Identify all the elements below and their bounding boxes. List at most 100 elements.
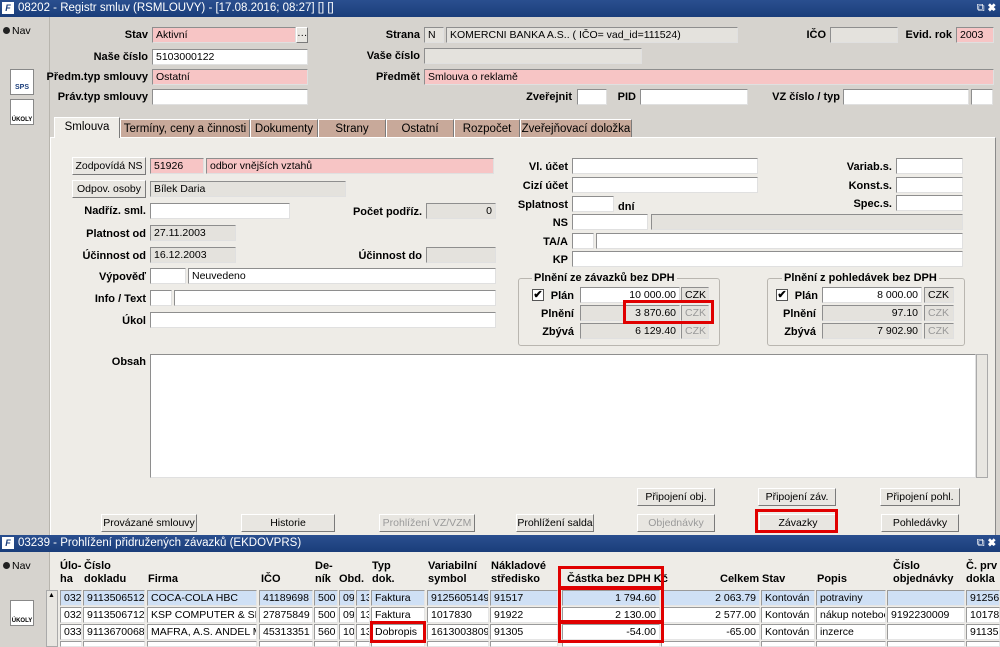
cell-stav[interactable]: Kontován <box>761 607 815 623</box>
vz-cislo-field[interactable] <box>843 89 969 105</box>
cell-ico[interactable]: 41189698 <box>259 590 313 606</box>
ns-field[interactable] <box>572 214 648 230</box>
pripojeni-obj-button[interactable]: Připojení obj. <box>637 488 715 506</box>
empty-cell[interactable] <box>339 641 355 647</box>
vypoved-code-field[interactable] <box>150 268 186 284</box>
zodpovida-code-field[interactable]: 51926 <box>150 158 204 174</box>
objednavky-button[interactable]: Objednávky <box>637 514 715 532</box>
tab-strany[interactable]: Strany <box>318 119 386 138</box>
cell-celkem[interactable]: -65.00 <box>661 624 760 640</box>
cell-denik[interactable]: 500 <box>314 607 338 623</box>
empty-cell[interactable] <box>562 641 660 647</box>
cell-rok[interactable]: 13 <box>356 624 370 640</box>
plneni-zav-plan-checkbox[interactable]: ✔ <box>532 289 544 301</box>
ucinnost-do-field[interactable] <box>426 247 496 263</box>
info-code-field[interactable] <box>150 290 172 306</box>
pripojeni-pohl-button[interactable]: Připojení pohl. <box>880 488 960 506</box>
tab-dokumenty[interactable]: Dokumenty <box>250 119 318 138</box>
obsah-textarea[interactable] <box>150 354 976 478</box>
cell-celkem[interactable]: 2 063.79 <box>661 590 760 606</box>
tab-ostatni[interactable]: Ostatní <box>386 119 454 138</box>
cell-firma[interactable]: KSP COMPUTER & SERVI <box>147 607 257 623</box>
pohledavky-button[interactable]: Pohledávky <box>881 514 959 532</box>
prav-typ-field[interactable] <box>152 89 308 105</box>
cell-obj[interactable]: 9192230009 <box>887 607 965 623</box>
cell-obj[interactable] <box>887 590 965 606</box>
cell-vs[interactable]: 1613003809 <box>427 624 489 640</box>
cell-typ[interactable]: Faktura <box>371 590 425 606</box>
zodpovida-ns-button[interactable]: Zodpovídá NS <box>72 157 146 175</box>
ico-field[interactable] <box>830 27 898 43</box>
cell-obd[interactable]: 09 <box>339 590 355 606</box>
cell-firma[interactable]: MAFRA, A.S. ANDEL MEI <box>147 624 257 640</box>
empty-cell[interactable] <box>966 641 1000 647</box>
vz-typ-field[interactable] <box>971 89 993 105</box>
cell-popis[interactable]: nákup notebook <box>816 607 886 623</box>
cell-cprv[interactable]: 91256 <box>966 590 1000 606</box>
cell-firma[interactable]: COCA-COLA HBC <box>147 590 257 606</box>
tab-terminy[interactable]: Termíny, ceny a činnosti <box>120 119 250 138</box>
cell-ico[interactable]: 27875849 <box>259 607 313 623</box>
empty-cell[interactable] <box>314 641 338 647</box>
cell-ns[interactable]: 91922 <box>490 607 558 623</box>
cell-popis[interactable]: potraviny <box>816 590 886 606</box>
nav-radio-2[interactable]: Nav <box>3 560 31 572</box>
splatnost-field[interactable] <box>572 196 614 212</box>
empty-cell[interactable] <box>60 641 82 647</box>
cell-typ[interactable]: Dobropis <box>371 624 425 640</box>
empty-cell[interactable] <box>887 641 965 647</box>
cell-ns[interactable]: 91517 <box>490 590 558 606</box>
zavazky-button[interactable]: Závazky <box>759 514 837 532</box>
cell-uloha[interactable]: 033 <box>60 624 82 640</box>
scroll-up-icon[interactable]: ▲ <box>48 592 55 599</box>
predmet-field[interactable]: Smlouva o reklamě <box>424 69 994 85</box>
cell-celkem[interactable]: 2 577.00 <box>661 607 760 623</box>
cell-stav[interactable]: Kontován <box>761 624 815 640</box>
empty-cell[interactable] <box>83 641 145 647</box>
ta-field[interactable] <box>596 233 963 249</box>
evid-rok-field[interactable]: 2003 <box>956 27 994 43</box>
vl-ucet-field[interactable] <box>572 158 758 174</box>
cizi-ucet-field[interactable] <box>572 177 758 193</box>
cell-cprv[interactable]: 91135 <box>966 624 1000 640</box>
prohlizeni-salda-button[interactable]: Prohlížení salda <box>516 514 594 532</box>
vase-cislo-field[interactable] <box>424 48 642 64</box>
tab-zverejnovaci[interactable]: Zveřejňovací doložka <box>520 119 632 138</box>
cell-stav[interactable]: Kontován <box>761 590 815 606</box>
empty-cell[interactable] <box>661 641 760 647</box>
empty-cell[interactable] <box>490 641 558 647</box>
sps-icon[interactable]: SPS <box>10 69 34 95</box>
cell-rok[interactable]: 13 <box>356 607 370 623</box>
plneni-pohl-plan-field[interactable]: 8 000.00 <box>822 287 922 303</box>
ta-code-field[interactable] <box>572 233 594 249</box>
strana-field[interactable]: KOMERCNI BANKA A.S.. ( IČO= vad_id=11152… <box>446 27 738 43</box>
odpov-osoby-button[interactable]: Odpov. osoby <box>72 180 146 198</box>
cell-cislo[interactable]: 9113506512 <box>83 590 145 606</box>
historie-button[interactable]: Historie <box>241 514 335 532</box>
empty-cell[interactable] <box>259 641 313 647</box>
platnost-od-field[interactable]: 27.11.2003 <box>150 225 236 241</box>
cell-castka[interactable]: -54.00 <box>562 624 660 640</box>
empty-cell[interactable] <box>761 641 815 647</box>
cell-cprv[interactable]: 10178 <box>966 607 1000 623</box>
variab-field[interactable] <box>896 158 963 174</box>
zverejnit-field[interactable] <box>577 89 607 105</box>
cell-typ[interactable]: Faktura <box>371 607 425 623</box>
plneni-pohl-plan-checkbox[interactable]: ✔ <box>776 289 788 301</box>
tab-rozpocet[interactable]: Rozpočet <box>454 119 520 138</box>
empty-cell[interactable] <box>356 641 370 647</box>
cell-uloha[interactable]: 032 <box>60 590 82 606</box>
cell-denik[interactable]: 560 <box>314 624 338 640</box>
provazane-smlouvy-button[interactable]: Provázané smlouvy <box>101 514 197 532</box>
stav-field[interactable]: Aktivní <box>152 27 296 43</box>
info-text-field[interactable] <box>174 290 496 306</box>
cell-vs[interactable]: 9125605149 <box>427 590 489 606</box>
cell-obd[interactable]: 10 <box>339 624 355 640</box>
zodpovida-name-field[interactable]: odbor vnějších vztahů <box>206 158 494 174</box>
cell-obj[interactable] <box>887 624 965 640</box>
nase-cislo-field[interactable]: 5103000122 <box>152 49 308 65</box>
prohlizeni-vz-button[interactable]: Prohlížení VZ/VZM <box>379 514 475 532</box>
empty-cell[interactable] <box>427 641 489 647</box>
tasks-icon-2[interactable]: ÚKOLY <box>10 600 34 626</box>
nadriz-sml-field[interactable] <box>150 203 290 219</box>
